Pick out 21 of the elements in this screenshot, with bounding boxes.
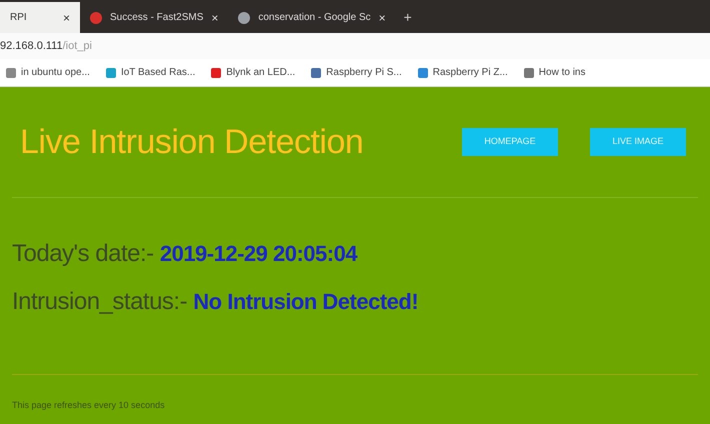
tab-title: Success - Fast2SMS (110, 11, 204, 25)
browser-tab[interactable]: conservation - Google Sc × (228, 2, 396, 33)
browser-tab[interactable]: RPI × (0, 2, 80, 33)
bookmark[interactable]: in ubuntu ope... (6, 65, 90, 80)
tab-title: RPI (10, 11, 28, 25)
tab-title: conservation - Google Sc (258, 11, 371, 25)
close-tab-button[interactable]: × (378, 8, 386, 26)
bookmark[interactable]: IoT Based Ras... (106, 65, 196, 80)
address-field[interactable]: 92.168.0.111/iot_pi (0, 38, 92, 54)
close-tab-button[interactable]: × (62, 8, 70, 26)
page-heading: Live Intrusion Detection (19, 122, 364, 162)
browser-tab[interactable]: Success - Fast2SMS × (80, 2, 228, 33)
bookmark[interactable]: Raspberry Pi Z... (418, 65, 508, 80)
bookmark[interactable]: Blynk an LED... (211, 65, 296, 80)
new-tab-button[interactable]: + (396, 2, 420, 33)
bookmark[interactable]: Raspberry Pi S... (311, 65, 402, 80)
bookmark[interactable]: How to ins (524, 65, 586, 80)
date-line: Today's date:- 2019-12-29 20:05:04 (12, 239, 358, 269)
close-tab-button[interactable]: × (211, 8, 218, 26)
status-line: Intrusion_status:- No Intrusion Detected! (12, 287, 420, 317)
refresh-note: This page refreshes every 10 seconds (12, 399, 166, 412)
